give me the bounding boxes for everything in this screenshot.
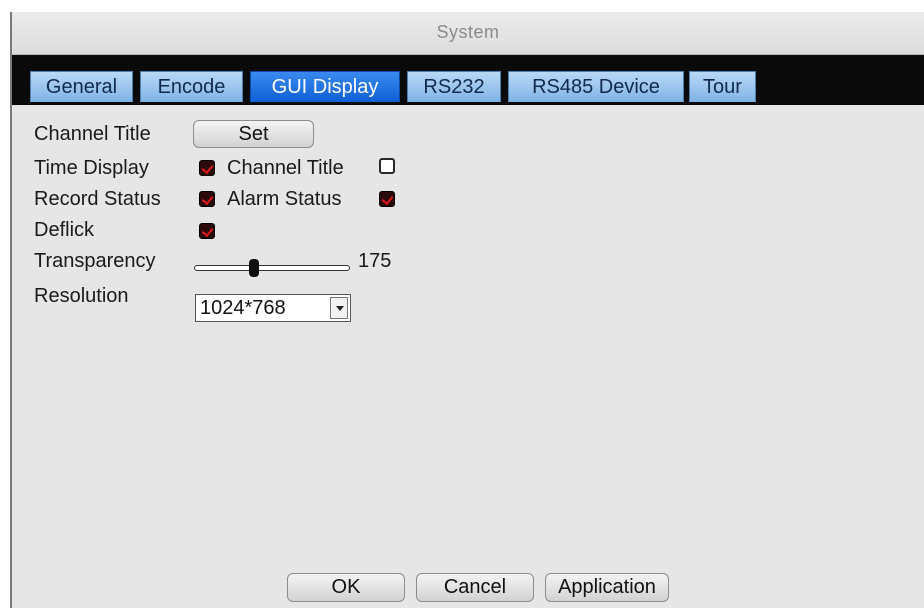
deflick-label: Deflick <box>34 219 95 241</box>
tab-gui-display[interactable]: GUI Display <box>250 71 400 102</box>
tab-rs232[interactable]: RS232 <box>407 71 501 102</box>
cancel-button[interactable]: Cancel <box>416 573 534 602</box>
channel-title-label: Channel Title <box>34 123 151 145</box>
ok-button[interactable]: OK <box>287 573 405 602</box>
resolution-label: Resolution <box>34 285 129 307</box>
tab-tour[interactable]: Tour <box>689 71 756 102</box>
window-title: System <box>436 22 500 42</box>
tab-bar: General Encode GUI Display RS232 RS485 D… <box>12 55 924 105</box>
tab-general[interactable]: General <box>30 71 133 102</box>
transparency-label: Transparency <box>34 250 156 272</box>
resolution-value: 1024*768 <box>200 297 286 319</box>
time-display-label: Time Display <box>34 157 149 179</box>
alarm-status-label: Alarm Status <box>227 188 342 210</box>
record-status-checkbox[interactable] <box>199 191 215 207</box>
alarm-status-checkbox[interactable] <box>379 191 395 207</box>
title-bar: System <box>12 12 924 55</box>
record-status-label: Record Status <box>34 188 161 210</box>
deflick-checkbox[interactable] <box>199 223 215 239</box>
tab-rs485-device[interactable]: RS485 Device <box>508 71 684 102</box>
transparency-slider-thumb[interactable] <box>249 259 259 277</box>
time-display-checkbox[interactable] <box>199 160 215 176</box>
transparency-slider[interactable] <box>194 259 350 277</box>
channel-title-checkbox[interactable] <box>379 158 395 174</box>
resolution-select[interactable]: 1024*768 <box>195 294 351 322</box>
chevron-down-icon[interactable] <box>330 297 348 319</box>
tab-encode[interactable]: Encode <box>140 71 243 102</box>
set-button[interactable]: Set <box>193 120 314 148</box>
channel-title-check-label: Channel Title <box>227 157 344 179</box>
system-window: System General Encode GUI Display RS232 … <box>10 12 924 608</box>
application-button[interactable]: Application <box>545 573 669 602</box>
transparency-value: 175 <box>358 250 392 272</box>
gui-display-panel: Channel Title Set Time Display Channel T… <box>12 105 924 608</box>
